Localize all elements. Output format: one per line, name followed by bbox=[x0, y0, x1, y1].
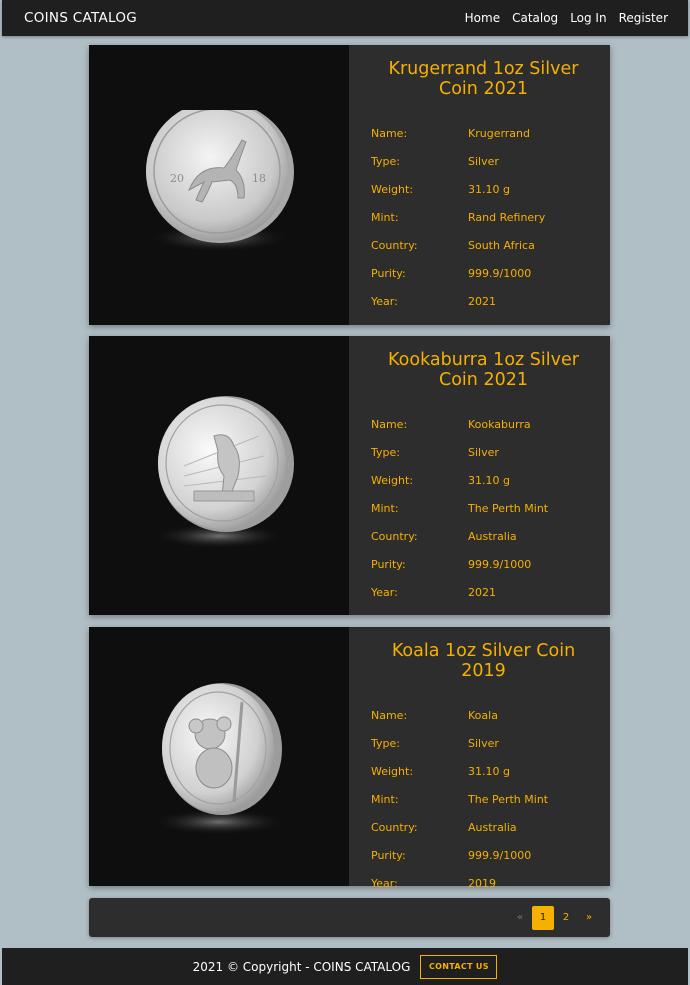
spec-row-country: Country: South Africa bbox=[371, 231, 600, 259]
coin-title[interactable]: Krugerrand 1oz Silver Coin 2021 bbox=[367, 59, 600, 99]
spec-value: 31.10 g bbox=[468, 473, 510, 487]
spec-label: Weight: bbox=[371, 764, 414, 778]
spec-row-mint: Mint: The Perth Mint bbox=[371, 785, 600, 813]
svg-text:18: 18 bbox=[252, 172, 266, 185]
spec-row-type: Type: Silver bbox=[371, 438, 600, 466]
spec-row-year: Year: 2019 bbox=[371, 869, 600, 897]
pagination-next-button[interactable]: » bbox=[578, 906, 600, 930]
spec-row-year: Year: 2021 bbox=[371, 578, 600, 606]
spec-row-type: Type: Silver bbox=[371, 147, 600, 175]
spec-value: Australia bbox=[468, 820, 517, 834]
brand-logo-link[interactable]: COINS CATALOG bbox=[24, 10, 137, 26]
nav-link-login[interactable]: Log In bbox=[570, 11, 606, 25]
pagination-bar: « 1 2 » bbox=[89, 898, 610, 937]
nav-link-catalog[interactable]: Catalog bbox=[512, 11, 558, 25]
nav-link-register[interactable]: Register bbox=[619, 11, 668, 25]
spec-label: Weight: bbox=[371, 182, 414, 196]
coin-details: Koala 1oz Silver Coin 2019 Name: Koala Ty… bbox=[349, 627, 610, 890]
spec-value: 2019 bbox=[468, 876, 496, 890]
coin-card: 20 18 Krugerrand 1oz Silver Coin 2021 Na… bbox=[89, 45, 610, 325]
coin-specs-table: Name: Kookaburra Type: Silver Weight: 31.10… bbox=[371, 410, 600, 606]
spec-value: Koala bbox=[468, 708, 498, 722]
spec-value: 31.10 g bbox=[468, 182, 510, 196]
spec-value: Krugerrand bbox=[468, 126, 531, 140]
spec-row-year: Year: 2021 bbox=[371, 287, 600, 315]
svg-text:20: 20 bbox=[170, 172, 184, 185]
spec-value: Australia bbox=[468, 529, 517, 543]
spec-row-name: Name: Krugerrand bbox=[371, 119, 600, 147]
coin-title[interactable]: Kookaburra 1oz Silver Coin 2021 bbox=[367, 350, 600, 390]
coin-image[interactable] bbox=[89, 336, 349, 615]
spec-row-country: Country: Australia bbox=[371, 813, 600, 841]
spec-label: Name: bbox=[371, 708, 408, 722]
coin-image[interactable]: 20 18 bbox=[89, 45, 349, 325]
nav-links: Home Catalog Log In Register bbox=[465, 11, 668, 25]
spec-value: The Perth Mint bbox=[468, 792, 549, 806]
spec-value: Silver bbox=[468, 154, 499, 168]
contact-us-button[interactable]: CONTACT US bbox=[420, 954, 498, 979]
pagination-page-2[interactable]: 2 bbox=[555, 906, 577, 930]
spec-label: Name: bbox=[371, 126, 408, 140]
spec-value: The Perth Mint bbox=[468, 501, 549, 515]
spec-row-name: Name: Kookaburra bbox=[371, 410, 600, 438]
coin-title[interactable]: Koala 1oz Silver Coin 2019 bbox=[367, 641, 600, 681]
coin-image[interactable] bbox=[89, 627, 349, 886]
spec-row-name: Name: Koala bbox=[371, 701, 600, 729]
spec-row-purity: Purity: 999.9/1000 bbox=[371, 550, 600, 578]
coin-card: Koala 1oz Silver Coin 2019 Name: Koala Ty… bbox=[89, 627, 610, 890]
spec-row-purity: Purity: 999.9/1000 bbox=[371, 259, 600, 287]
spec-value: 2021 bbox=[468, 585, 496, 599]
spec-row-weight: Weight: 31.10 g bbox=[371, 175, 600, 203]
spec-label: Name: bbox=[371, 417, 408, 431]
nav-link-home[interactable]: Home bbox=[465, 11, 500, 25]
spec-label: Purity: bbox=[371, 557, 406, 571]
footer: 2021 © Copyright - COINS CATALOG CONTACT… bbox=[2, 948, 688, 985]
spec-row-weight: Weight: 31.10 g bbox=[371, 466, 600, 494]
krugerrand-coin-icon: 20 18 bbox=[146, 110, 294, 252]
top-navbar: COINS CATALOG Home Catalog Log In Regist… bbox=[2, 0, 688, 36]
spec-label: Type: bbox=[371, 154, 400, 168]
spec-label: Year: bbox=[371, 876, 398, 890]
spec-row-mint: Mint: The Perth Mint bbox=[371, 494, 600, 522]
pagination-prev-button[interactable]: « bbox=[509, 906, 531, 930]
spec-value: Silver bbox=[468, 445, 499, 459]
spec-label: Type: bbox=[371, 445, 400, 459]
koala-coin-icon bbox=[151, 682, 287, 835]
coin-specs-table: Name: Krugerrand Type: Silver Weight: 31.10… bbox=[371, 119, 600, 315]
spec-value: 999.9/1000 bbox=[468, 557, 532, 571]
spec-row-country: Country: Australia bbox=[371, 522, 600, 550]
spec-label: Type: bbox=[371, 736, 400, 750]
spec-value: Silver bbox=[468, 736, 499, 750]
spec-row-type: Type: Silver bbox=[371, 729, 600, 757]
kookaburra-coin-icon bbox=[151, 395, 294, 549]
spec-label: Mint: bbox=[371, 792, 399, 806]
coin-card: Kookaburra 1oz Silver Coin 2021 Name: Koo… bbox=[89, 336, 610, 615]
pagination-page-1[interactable]: 1 bbox=[532, 905, 554, 930]
coin-details: Kookaburra 1oz Silver Coin 2021 Name: Koo… bbox=[349, 336, 610, 615]
spec-label: Year: bbox=[371, 294, 398, 308]
spec-label: Mint: bbox=[371, 501, 399, 515]
spec-value: South Africa bbox=[468, 238, 535, 252]
spec-row-mint: Mint: Rand Refinery bbox=[371, 203, 600, 231]
spec-label: Weight: bbox=[371, 473, 414, 487]
coin-details: Krugerrand 1oz Silver Coin 2021 Name: Kru… bbox=[349, 45, 610, 325]
coin-specs-table: Name: Koala Type: Silver Weight: 31.10 g Mi… bbox=[371, 701, 600, 897]
spec-row-purity: Purity: 999.9/1000 bbox=[371, 841, 600, 869]
spec-label: Mint: bbox=[371, 210, 399, 224]
spec-value: 999.9/1000 bbox=[468, 266, 532, 280]
spec-label: Year: bbox=[371, 585, 398, 599]
spec-value: Rand Refinery bbox=[468, 210, 546, 224]
spec-value: 2021 bbox=[468, 294, 496, 308]
spec-row-weight: Weight: 31.10 g bbox=[371, 757, 600, 785]
spec-label: Country: bbox=[371, 238, 418, 252]
spec-value: Kookaburra bbox=[468, 417, 531, 431]
footer-copyright: 2021 © Copyright - COINS CATALOG bbox=[192, 959, 411, 974]
spec-label: Country: bbox=[371, 820, 418, 834]
spec-label: Purity: bbox=[371, 848, 406, 862]
spec-label: Purity: bbox=[371, 266, 406, 280]
spec-value: 31.10 g bbox=[468, 764, 510, 778]
spec-value: 999.9/1000 bbox=[468, 848, 532, 862]
spec-label: Country: bbox=[371, 529, 418, 543]
